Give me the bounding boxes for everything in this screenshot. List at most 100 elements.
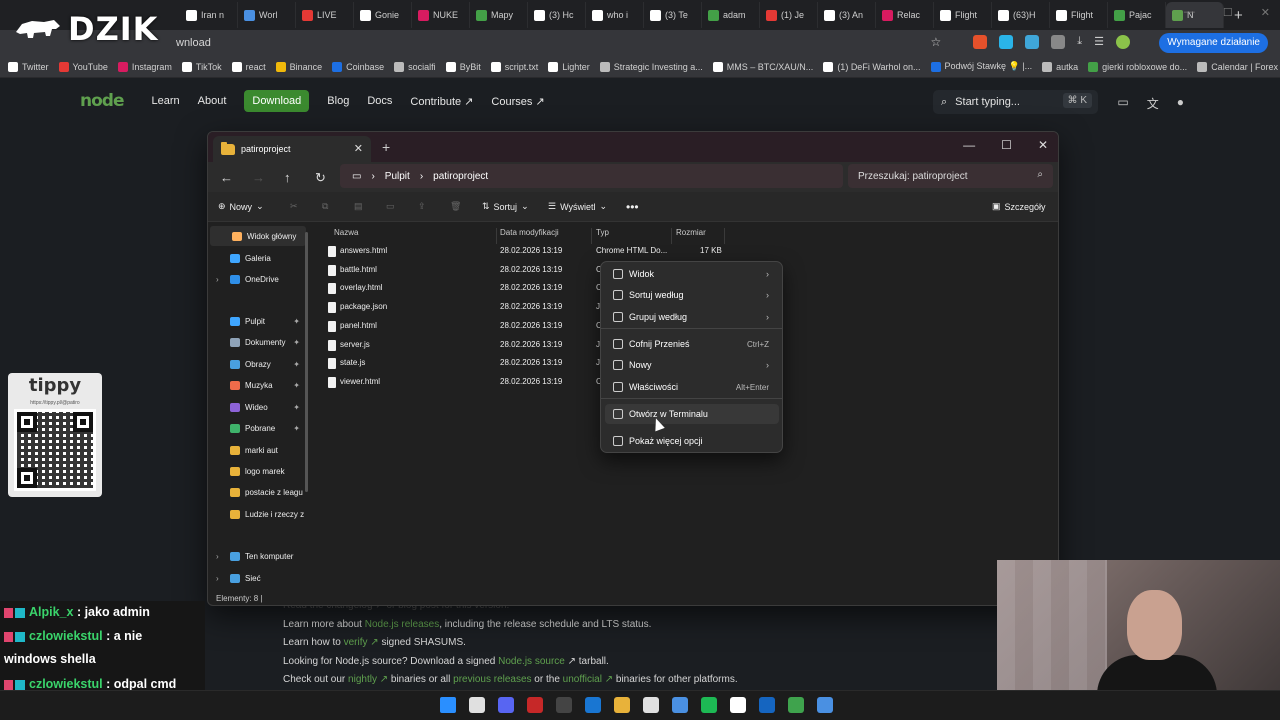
chat-username[interactable]: czlowiekstul <box>29 629 103 643</box>
bookmark-item[interactable]: Calendar | Forex Fac... <box>1197 61 1280 72</box>
taskbar-app-icon[interactable] <box>759 697 775 713</box>
browser-tab[interactable]: Flight <box>1050 2 1108 28</box>
link-source[interactable]: Node.js source <box>498 656 565 667</box>
back-icon[interactable]: ← <box>220 170 233 185</box>
nav-item-2[interactable]: › OneDrive <box>208 269 306 289</box>
browser-tab[interactable]: (1) Je <box>760 2 818 28</box>
bookmark-item[interactable]: YouTube <box>58 61 108 72</box>
link-verify[interactable]: verify ↗ <box>344 637 379 648</box>
nav-item-5[interactable]: Obrazy ✦ <box>208 354 306 374</box>
menu-icon[interactable]: ☰ <box>1094 35 1104 49</box>
extension-icon[interactable] <box>973 35 988 49</box>
browser-tab[interactable]: NUKE <box>412 2 470 28</box>
close-tab-icon[interactable]: ✕ <box>354 142 363 155</box>
refresh-icon[interactable]: ↻ <box>315 170 326 186</box>
profile-icon[interactable] <box>1116 35 1130 49</box>
nav-item-7[interactable]: Wideo ✦ <box>208 397 306 417</box>
nav-download[interactable]: Download <box>244 90 310 112</box>
star-icon[interactable]: ☆ <box>930 35 941 49</box>
chat-username[interactable]: czlowiekstul <box>29 677 103 691</box>
close-icon[interactable]: ✕ <box>1038 138 1048 152</box>
context-menu-item[interactable]: Właściwości Alt+Enter <box>605 377 779 397</box>
bookmark-item[interactable]: gierki robloxowe do... <box>1088 61 1187 72</box>
column-size[interactable]: Rozmiar <box>676 228 706 237</box>
sort-button[interactable]: ⇅ Sortuj ⌄ <box>482 201 529 212</box>
context-menu-item[interactable]: Grupuj według › <box>605 307 779 327</box>
new-tab-icon[interactable]: + <box>382 139 390 155</box>
bookmark-item[interactable]: Twitter <box>8 61 49 72</box>
context-menu-item[interactable]: Sortuj według › <box>605 285 779 305</box>
bookmark-item[interactable]: ByBit <box>445 61 481 72</box>
bookmark-item[interactable]: socialfi <box>394 61 436 72</box>
copy-icon[interactable]: ⧉ <box>322 201 328 212</box>
theme-toggle-icon[interactable]: ▭ <box>1117 95 1128 112</box>
taskbar-app-icon[interactable] <box>440 697 456 713</box>
bookmark-item[interactable]: react <box>231 61 266 72</box>
nav-blog[interactable]: Blog <box>327 95 349 107</box>
bookmark-item[interactable]: Lighter <box>548 61 590 72</box>
nav-item-10[interactable]: logo marek <box>208 461 306 481</box>
explorer-tab[interactable]: patiroproject ✕ <box>213 136 371 162</box>
nav-item-3[interactable]: Pulpit ✦ <box>208 311 306 331</box>
browser-tab[interactable]: LIVE <box>296 2 354 28</box>
bookmark-item[interactable]: Strategic Investing a... <box>599 61 703 72</box>
cut-icon[interactable]: ✂ <box>290 201 298 212</box>
maximize-icon[interactable]: ☐ <box>1001 138 1012 152</box>
minimize-icon[interactable]: — <box>1184 6 1195 19</box>
required-action-button[interactable]: Wymagane działanie <box>1159 33 1268 53</box>
column-type[interactable]: Typ <box>596 228 609 237</box>
browser-tab[interactable]: adam <box>702 2 760 28</box>
taskbar-app-icon[interactable] <box>643 697 659 713</box>
minimize-icon[interactable]: — <box>963 138 975 152</box>
context-menu-item[interactable]: Otwórz w Terminalu <box>605 404 779 424</box>
more-options-icon[interactable]: ••• <box>626 200 639 214</box>
browser-tab[interactable]: Mapy <box>470 2 528 28</box>
bookmark-item[interactable]: Instagram <box>117 61 172 72</box>
nav-item-11[interactable]: postacie z leagu <box>208 482 306 502</box>
nav-item-4[interactable]: Dokumenty ✦ <box>208 332 306 352</box>
taskbar-app-icon[interactable] <box>585 697 601 713</box>
taskbar-app-icon[interactable] <box>817 697 833 713</box>
paste-icon[interactable]: ▤ <box>354 201 363 212</box>
nav-about[interactable]: About <box>198 95 227 107</box>
bookmark-item[interactable]: Binance <box>275 61 322 72</box>
nav-docs[interactable]: Docs <box>367 95 392 107</box>
link-previous[interactable]: previous releases <box>453 674 531 685</box>
column-name[interactable]: Nazwa <box>334 228 358 237</box>
bookmark-item[interactable]: Podwój Stawkę 💡 |... <box>930 61 1032 72</box>
taskbar-app-icon[interactable] <box>701 697 717 713</box>
taskbar-app-icon[interactable] <box>498 697 514 713</box>
taskbar-app-icon[interactable] <box>556 697 572 713</box>
maximize-icon[interactable]: ☐ <box>1223 6 1233 19</box>
link-nightly[interactable]: nightly ↗ <box>348 674 388 685</box>
file-row[interactable]: answers.html 28.02.2026 13:19 Chrome HTML … <box>326 242 726 260</box>
taskbar-app-icon[interactable] <box>672 697 688 713</box>
taskbar-app-icon[interactable] <box>614 697 630 713</box>
browser-tab[interactable]: (63)H <box>992 2 1050 28</box>
details-button[interactable]: ▣ Szczegóły <box>992 201 1046 212</box>
bookmark-item[interactable]: autka <box>1042 61 1078 72</box>
node-logo[interactable]: node <box>80 91 124 111</box>
github-icon[interactable]: ● <box>1177 95 1184 112</box>
nav-item-1[interactable]: Galeria <box>208 248 306 268</box>
browser-tab[interactable]: (3) An <box>818 2 876 28</box>
breadcrumb-item[interactable]: patiroproject <box>433 171 488 182</box>
nav-contribute[interactable]: Contribute ↗ <box>410 95 473 108</box>
taskbar-app-icon[interactable] <box>730 697 746 713</box>
chevron-right-icon[interactable]: › <box>216 552 219 561</box>
taskbar-app-icon[interactable] <box>469 697 485 713</box>
extension-icon[interactable] <box>999 35 1014 49</box>
nav-item-13[interactable]: › Ten komputer <box>208 546 306 566</box>
chat-username[interactable]: Alpik_x <box>29 605 73 619</box>
chevron-right-icon[interactable]: › <box>216 275 219 284</box>
new-button[interactable]: ⊕ Nowy ⌄ <box>218 201 264 212</box>
puzzle-icon[interactable] <box>1051 35 1066 49</box>
bookmark-item[interactable]: MMS – BTC/XAU/N... <box>712 61 813 72</box>
view-button[interactable]: ☰ Wyświetl ⌄ <box>548 201 607 212</box>
browser-tab[interactable]: who i <box>586 2 644 28</box>
link-unofficial[interactable]: unofficial ↗ <box>563 674 613 685</box>
context-menu-item[interactable]: Cofnij Przenieś Ctrl+Z <box>605 334 779 354</box>
browser-tab[interactable]: Gonie <box>354 2 412 28</box>
language-icon[interactable]: 文 <box>1147 95 1159 112</box>
nav-courses[interactable]: Courses ↗ <box>491 95 544 108</box>
